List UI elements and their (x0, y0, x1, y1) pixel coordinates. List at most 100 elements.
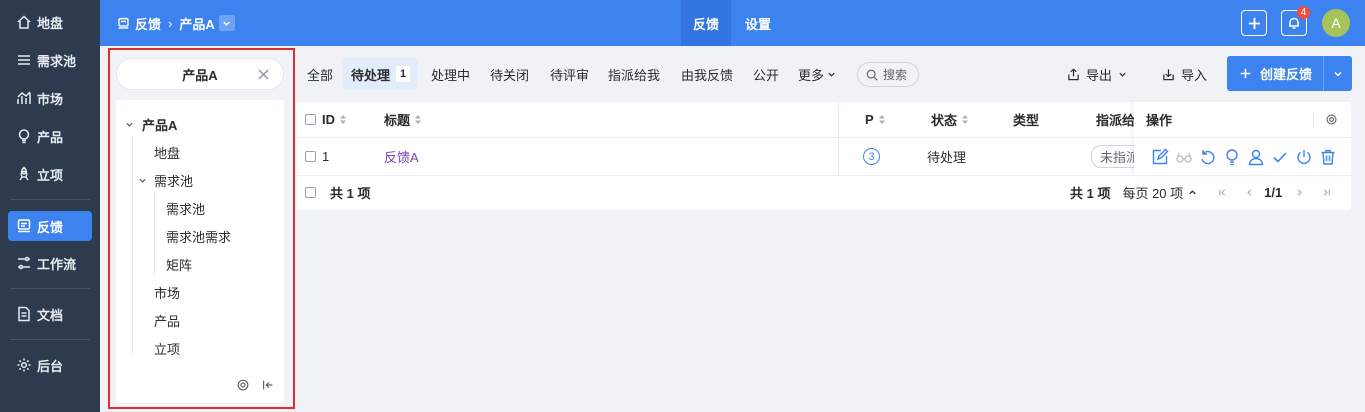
breadcrumb-product[interactable]: 产品A (179, 14, 214, 33)
avatar[interactable]: A (1322, 9, 1350, 37)
tab-to-close[interactable]: 待关闭 (482, 58, 537, 90)
tree-node-label: 产品A (142, 117, 178, 133)
collapse-panel-icon[interactable] (261, 378, 275, 392)
tree-node-requirement-pool-child[interactable]: 需求池 (166, 194, 205, 222)
column-title[interactable]: 标题 (384, 102, 422, 137)
undo-icon[interactable] (1199, 148, 1217, 166)
column-priority[interactable]: P (865, 102, 886, 137)
next-page-icon[interactable] (1295, 188, 1304, 197)
tab-settings[interactable]: 设置 (733, 0, 783, 46)
bulb-icon[interactable] (1223, 148, 1241, 166)
gear-icon[interactable] (1325, 113, 1338, 126)
tree-node-pool-requirement[interactable]: 需求池需求 (166, 222, 231, 250)
filter-bar: 全部 待处理 1 处理中 待关闭 待评审 指派给我 由我反馈 公开 更多 搜索 … (296, 54, 1357, 94)
trash-icon[interactable] (1319, 148, 1337, 166)
notifications-button[interactable]: 4 (1281, 6, 1310, 36)
doc-icon (18, 306, 30, 322)
close-icon[interactable] (258, 69, 269, 80)
prev-page-icon[interactable] (1245, 188, 1254, 197)
create-feedback-label: 创建反馈 (1260, 67, 1313, 82)
check-icon[interactable] (1271, 148, 1289, 166)
last-page-icon[interactable] (1322, 188, 1331, 197)
tab-pending[interactable]: 待处理 1 (343, 58, 419, 90)
nav-item-dashboard[interactable]: 地盘 (8, 7, 92, 37)
review-icon[interactable] (1175, 148, 1193, 166)
chevron-down-icon (1119, 72, 1126, 77)
tab-label: 待处理 (351, 67, 391, 83)
product-switcher-button[interactable] (218, 15, 235, 31)
column-type[interactable]: 类型 (1013, 102, 1039, 137)
select-all-checkbox[interactable] (305, 114, 316, 125)
search-button[interactable]: 搜索 (857, 62, 919, 87)
tab-reported-by-me[interactable]: 由我反馈 (673, 58, 741, 90)
power-icon[interactable] (1295, 148, 1313, 166)
nav-item-docs[interactable]: 文档 (8, 299, 92, 329)
column-label: ID (322, 112, 335, 127)
first-page-icon[interactable] (1218, 188, 1227, 197)
column-label: 状态 (931, 113, 958, 128)
tree-node-label: 需求池需求 (166, 229, 232, 245)
export-button[interactable]: 导出 (1059, 58, 1135, 90)
tree-node-dashboard[interactable]: 地盘 (154, 138, 180, 166)
tab-feedback[interactable]: 反馈 (681, 0, 732, 46)
nav-item-feedback[interactable]: 反馈 (8, 211, 92, 241)
export-icon (1068, 68, 1079, 80)
cell-title[interactable]: 反馈A (384, 138, 419, 175)
assign-user-icon[interactable] (1247, 148, 1265, 166)
tab-all[interactable]: 全部 (299, 58, 341, 90)
cell-id: 1 (305, 138, 329, 175)
nav-item-project[interactable]: 立项 (8, 159, 92, 189)
nav-item-admin[interactable]: 后台 (8, 350, 92, 380)
nav-label: 市场 (37, 91, 64, 107)
tree-node-label: 市场 (154, 285, 181, 301)
assignee-pill[interactable]: 未指派 (1091, 145, 1134, 168)
column-id[interactable]: ID (305, 102, 347, 137)
footer-checkbox[interactable] (305, 187, 316, 198)
pager: 共 1 项 每页 20 项 1/1 (1070, 175, 1331, 210)
tab-assigned-to-me[interactable]: 指派给我 (600, 58, 668, 90)
tab-to-review[interactable]: 待评审 (542, 58, 597, 90)
row-checkbox[interactable] (305, 151, 316, 162)
workflow-icon (18, 256, 30, 270)
tree-node-matrix[interactable]: 矩阵 (166, 250, 192, 278)
chart-icon (17, 91, 31, 104)
create-feedback-button[interactable]: 创建反馈 (1227, 56, 1352, 91)
tab-label: 更多 (798, 67, 825, 83)
nav-item-product[interactable]: 产品 (8, 121, 92, 151)
nav-label: 产品 (37, 129, 64, 145)
feedback-table: ID 标题 P 状态 类型 指派给 操作 1 反馈A 3 待处理 未指派 共 1… (296, 102, 1351, 210)
tab-public[interactable]: 公开 (745, 58, 787, 90)
import-button[interactable]: 导入 (1154, 58, 1215, 90)
page-size-select[interactable]: 每页 20 项 (1122, 183, 1197, 202)
column-actions: 操作 (1146, 113, 1173, 128)
cell-assignee[interactable]: 未指派 (1091, 138, 1134, 175)
list-icon (18, 55, 30, 65)
chevron-down-icon (126, 122, 133, 127)
tree-node-requirement-pool[interactable]: 需求池 (138, 166, 193, 194)
breadcrumb-root[interactable]: 反馈 (135, 14, 161, 33)
chevron-up-icon (1189, 190, 1196, 195)
tree-node-project[interactable]: 立项 (154, 334, 180, 362)
tab-processing[interactable]: 处理中 (423, 58, 478, 90)
feedback-icon (118, 17, 129, 29)
tree-guide-line (132, 136, 133, 354)
top-bar: 反馈 › 产品A 反馈 设置 4 A (100, 0, 1365, 46)
nav-item-workflow[interactable]: 工作流 (8, 248, 92, 278)
edit-icon[interactable] (1151, 148, 1169, 166)
gear-icon[interactable] (236, 378, 250, 392)
breadcrumb: 反馈 › 产品A (117, 0, 235, 46)
tree-search-input[interactable]: 产品A (116, 58, 284, 90)
tree-node-product[interactable]: 产品 (154, 306, 180, 334)
search-icon (866, 69, 878, 81)
column-assignee[interactable]: 指派给 (1096, 102, 1135, 137)
tree-node-product-a[interactable]: 产品A (125, 110, 177, 138)
tab-more[interactable]: 更多 (790, 58, 844, 90)
nav-item-requirement-pool[interactable]: 需求池 (8, 45, 92, 75)
sort-icon (962, 115, 969, 124)
nav-item-market[interactable]: 市场 (8, 83, 92, 113)
tree-node-market[interactable]: 市场 (154, 278, 180, 306)
tree-node-label: 立项 (154, 341, 181, 357)
quick-create-button[interactable] (1241, 10, 1267, 36)
column-status[interactable]: 状态 (931, 102, 969, 137)
create-dropdown-button[interactable] (1323, 56, 1352, 91)
